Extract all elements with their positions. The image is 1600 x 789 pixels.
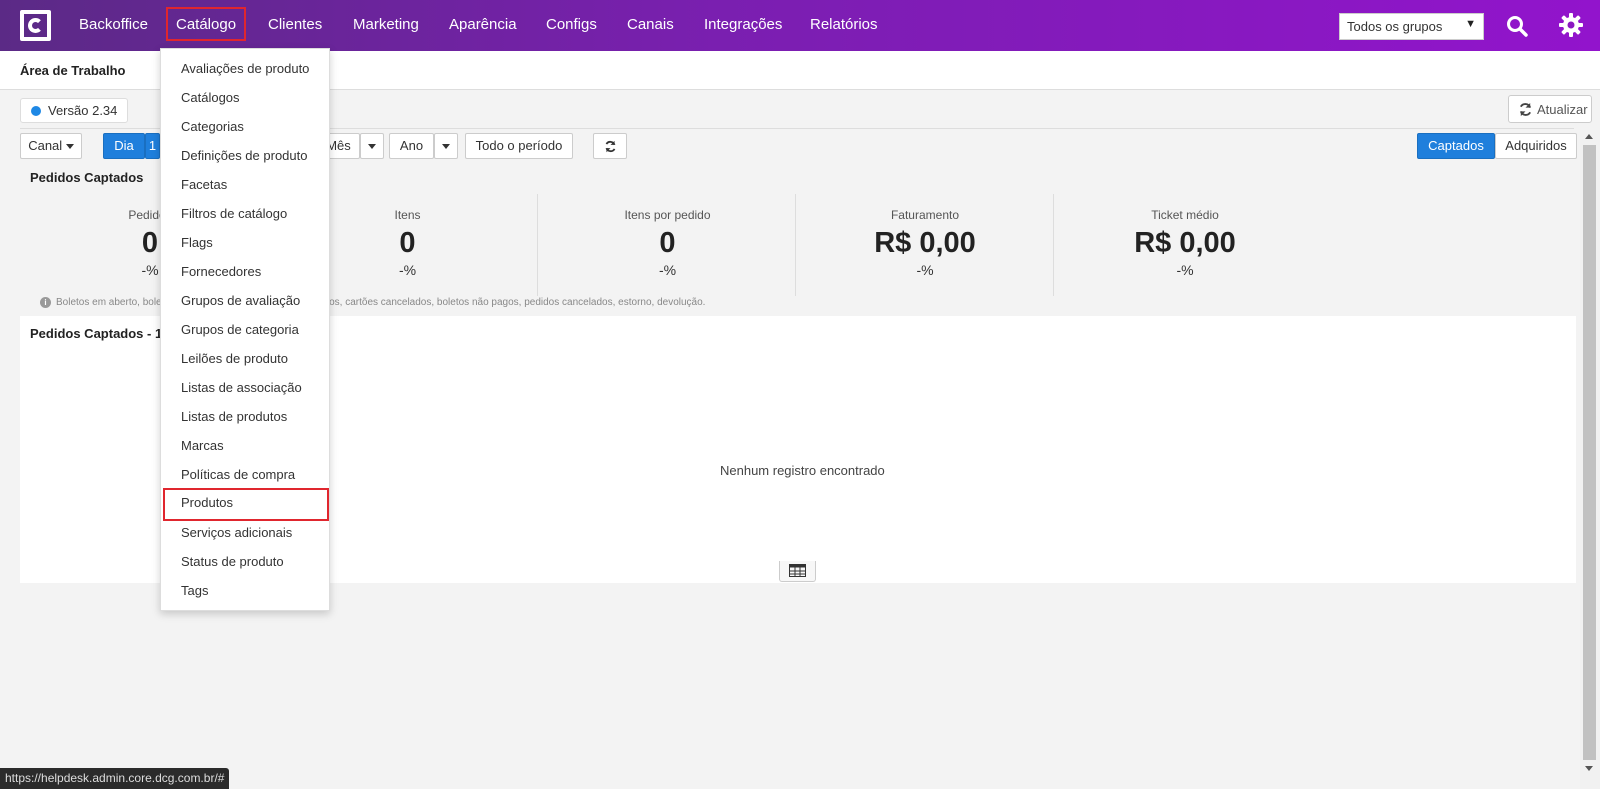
caret-down-icon <box>368 144 376 150</box>
table-toggle-button[interactable] <box>779 561 816 582</box>
captados-label: Captados <box>1428 138 1484 153</box>
day-value-button[interactable]: 1 <box>145 133 160 159</box>
nav-marketing[interactable]: Marketing <box>353 16 419 33</box>
nav-relatorios[interactable]: Relatórios <box>810 16 878 33</box>
menu-item-flags[interactable]: Flags <box>181 235 213 250</box>
kpi-value: R$ 0,00 <box>874 227 976 259</box>
scroll-up-icon[interactable] <box>1585 134 1593 139</box>
search-icon[interactable] <box>1505 14 1529 38</box>
table-icon <box>789 564 806 577</box>
kpi-itens: Itens 0 -% <box>330 194 485 296</box>
catalogo-dropdown-menu: Avaliações de produto Catálogos Categori… <box>160 48 330 611</box>
adquiridos-toggle[interactable]: Adquiridos <box>1495 133 1577 159</box>
nav-canais[interactable]: Canais <box>627 16 674 33</box>
kpi-percent: -% <box>658 262 677 278</box>
menu-item-facetas[interactable]: Facetas <box>181 177 227 192</box>
menu-item-politicas-de-compra[interactable]: Políticas de compra <box>181 467 295 482</box>
kpi-percent: -% <box>398 262 417 278</box>
menu-item-fornecedores[interactable]: Fornecedores <box>181 264 261 279</box>
kpi-label: Ticket médio <box>1151 208 1219 222</box>
refresh-label: Atualizar <box>1537 102 1588 117</box>
nav-integracoes[interactable]: Integrações <box>704 16 782 33</box>
status-url: https://helpdesk.admin.core.dcg.com.br/# <box>5 771 225 785</box>
scroll-down-icon[interactable] <box>1585 766 1593 771</box>
caret-down-icon <box>442 144 450 150</box>
kpi-value: R$ 0,00 <box>1134 227 1236 259</box>
all-period-label: Todo o período <box>475 138 563 153</box>
kpi-note: i Boletos em aberto, bolet pagos, cartões … <box>40 297 705 308</box>
menu-item-definicoes-de-produto[interactable]: Definições de produto <box>181 148 307 163</box>
group-select[interactable]: Todos os grupos ▼ <box>1339 13 1484 40</box>
kpi-label: Itens por pedido <box>624 208 711 222</box>
menu-item-grupos-de-categoria[interactable]: Grupos de categoria <box>181 322 299 337</box>
link-status-bar: https://helpdesk.admin.core.dcg.com.br/# <box>0 768 230 789</box>
all-period-button[interactable]: Todo o período <box>465 133 573 159</box>
year-button[interactable]: Ano <box>389 133 434 159</box>
captados-toggle[interactable]: Captados <box>1417 133 1495 159</box>
nav-backoffice[interactable]: Backoffice <box>79 16 148 33</box>
canal-label: Canal <box>28 138 63 153</box>
menu-item-servicos-adicionais[interactable]: Serviços adicionais <box>181 525 292 540</box>
kpi-percent: -% <box>1176 262 1194 278</box>
day-value: 1 <box>148 138 157 153</box>
empty-message: Nenhum registro encontrado <box>720 463 885 478</box>
note-end: pagos, cartões cancelados, boletos não p… <box>312 297 706 308</box>
kpi-itens-por-pedido: Itens por pedido 0 -% <box>590 194 745 296</box>
kpi-divider <box>1053 194 1054 296</box>
caret-down-icon <box>65 144 74 150</box>
menu-item-listas-de-associacao[interactable]: Listas de associação <box>181 380 302 395</box>
section-title: Pedidos Captados <box>30 170 144 185</box>
version-label: Versão 2.34 <box>48 103 118 118</box>
refresh-icon <box>605 140 615 153</box>
menu-item-filtros-de-catalogo[interactable]: Filtros de catálogo <box>181 206 287 221</box>
kpi-value: 0 <box>659 227 676 259</box>
menu-item-categorias[interactable]: Categorias <box>181 119 244 134</box>
month-caret-button[interactable] <box>360 133 384 159</box>
menu-item-avaliacoes-de-produto[interactable]: Avaliações de produto <box>181 61 309 76</box>
kpi-label: Itens <box>394 208 421 222</box>
menu-item-listas-de-produtos[interactable]: Listas de produtos <box>181 409 287 424</box>
nav-catalogo[interactable]: Catálogo <box>166 7 247 41</box>
kpi-divider <box>537 194 538 296</box>
kpi-label: Faturamento <box>890 208 960 222</box>
kpi-ticket-medio: Ticket médio R$ 0,00 -% <box>1105 194 1265 296</box>
menu-item-grupos-de-avaliacao[interactable]: Grupos de avaliação <box>181 293 300 308</box>
kpi-percent: -% <box>916 262 934 278</box>
caret-down-icon: ▼ <box>1465 18 1476 30</box>
day-label: Dia <box>114 138 134 153</box>
kpi-value: 0 <box>399 227 416 259</box>
chart-title: Pedidos Captados - 12 <box>30 326 170 341</box>
adquiridos-label: Adquiridos <box>1505 138 1567 153</box>
status-dot <box>31 106 41 116</box>
refresh-icon <box>1519 102 1532 117</box>
gear-icon[interactable] <box>1558 12 1584 38</box>
menu-item-tags[interactable]: Tags <box>181 583 208 598</box>
kpi-divider <box>795 194 796 296</box>
logo-icon[interactable] <box>20 10 51 41</box>
menu-item-status-de-produto[interactable]: Status de produto <box>181 554 284 569</box>
year-label: Ano <box>399 138 424 153</box>
reload-button[interactable] <box>593 133 627 159</box>
nav-configs[interactable]: Configs <box>546 16 597 33</box>
page-title: Área de Trabalho <box>20 63 126 78</box>
nav-clientes[interactable]: Clientes <box>268 16 322 33</box>
day-button[interactable]: Dia <box>103 133 145 159</box>
menu-item-leiloes-de-produto[interactable]: Leilões de produto <box>181 351 288 366</box>
menu-item-marcas[interactable]: Marcas <box>181 438 224 453</box>
version-badge: Versão 2.34 <box>20 98 129 123</box>
kpi-faturamento: Faturamento R$ 0,00 -% <box>845 194 1005 296</box>
nav-aparencia[interactable]: Aparência <box>449 16 517 33</box>
year-caret-button[interactable] <box>434 133 458 159</box>
canal-dropdown[interactable]: Canal <box>20 133 82 159</box>
scrollbar-thumb[interactable] <box>1583 145 1596 760</box>
group-select-value: Todos os grupos <box>1347 19 1443 34</box>
info-icon: i <box>40 297 51 308</box>
menu-item-produtos[interactable]: Produtos <box>163 488 329 521</box>
top-navbar: Backoffice Catálogo Clientes Marketing A… <box>0 0 1600 51</box>
refresh-button[interactable]: Atualizar <box>1508 95 1592 123</box>
note-start: Boletos em aberto, bolet <box>56 297 165 308</box>
menu-item-catalogos[interactable]: Catálogos <box>181 90 240 105</box>
